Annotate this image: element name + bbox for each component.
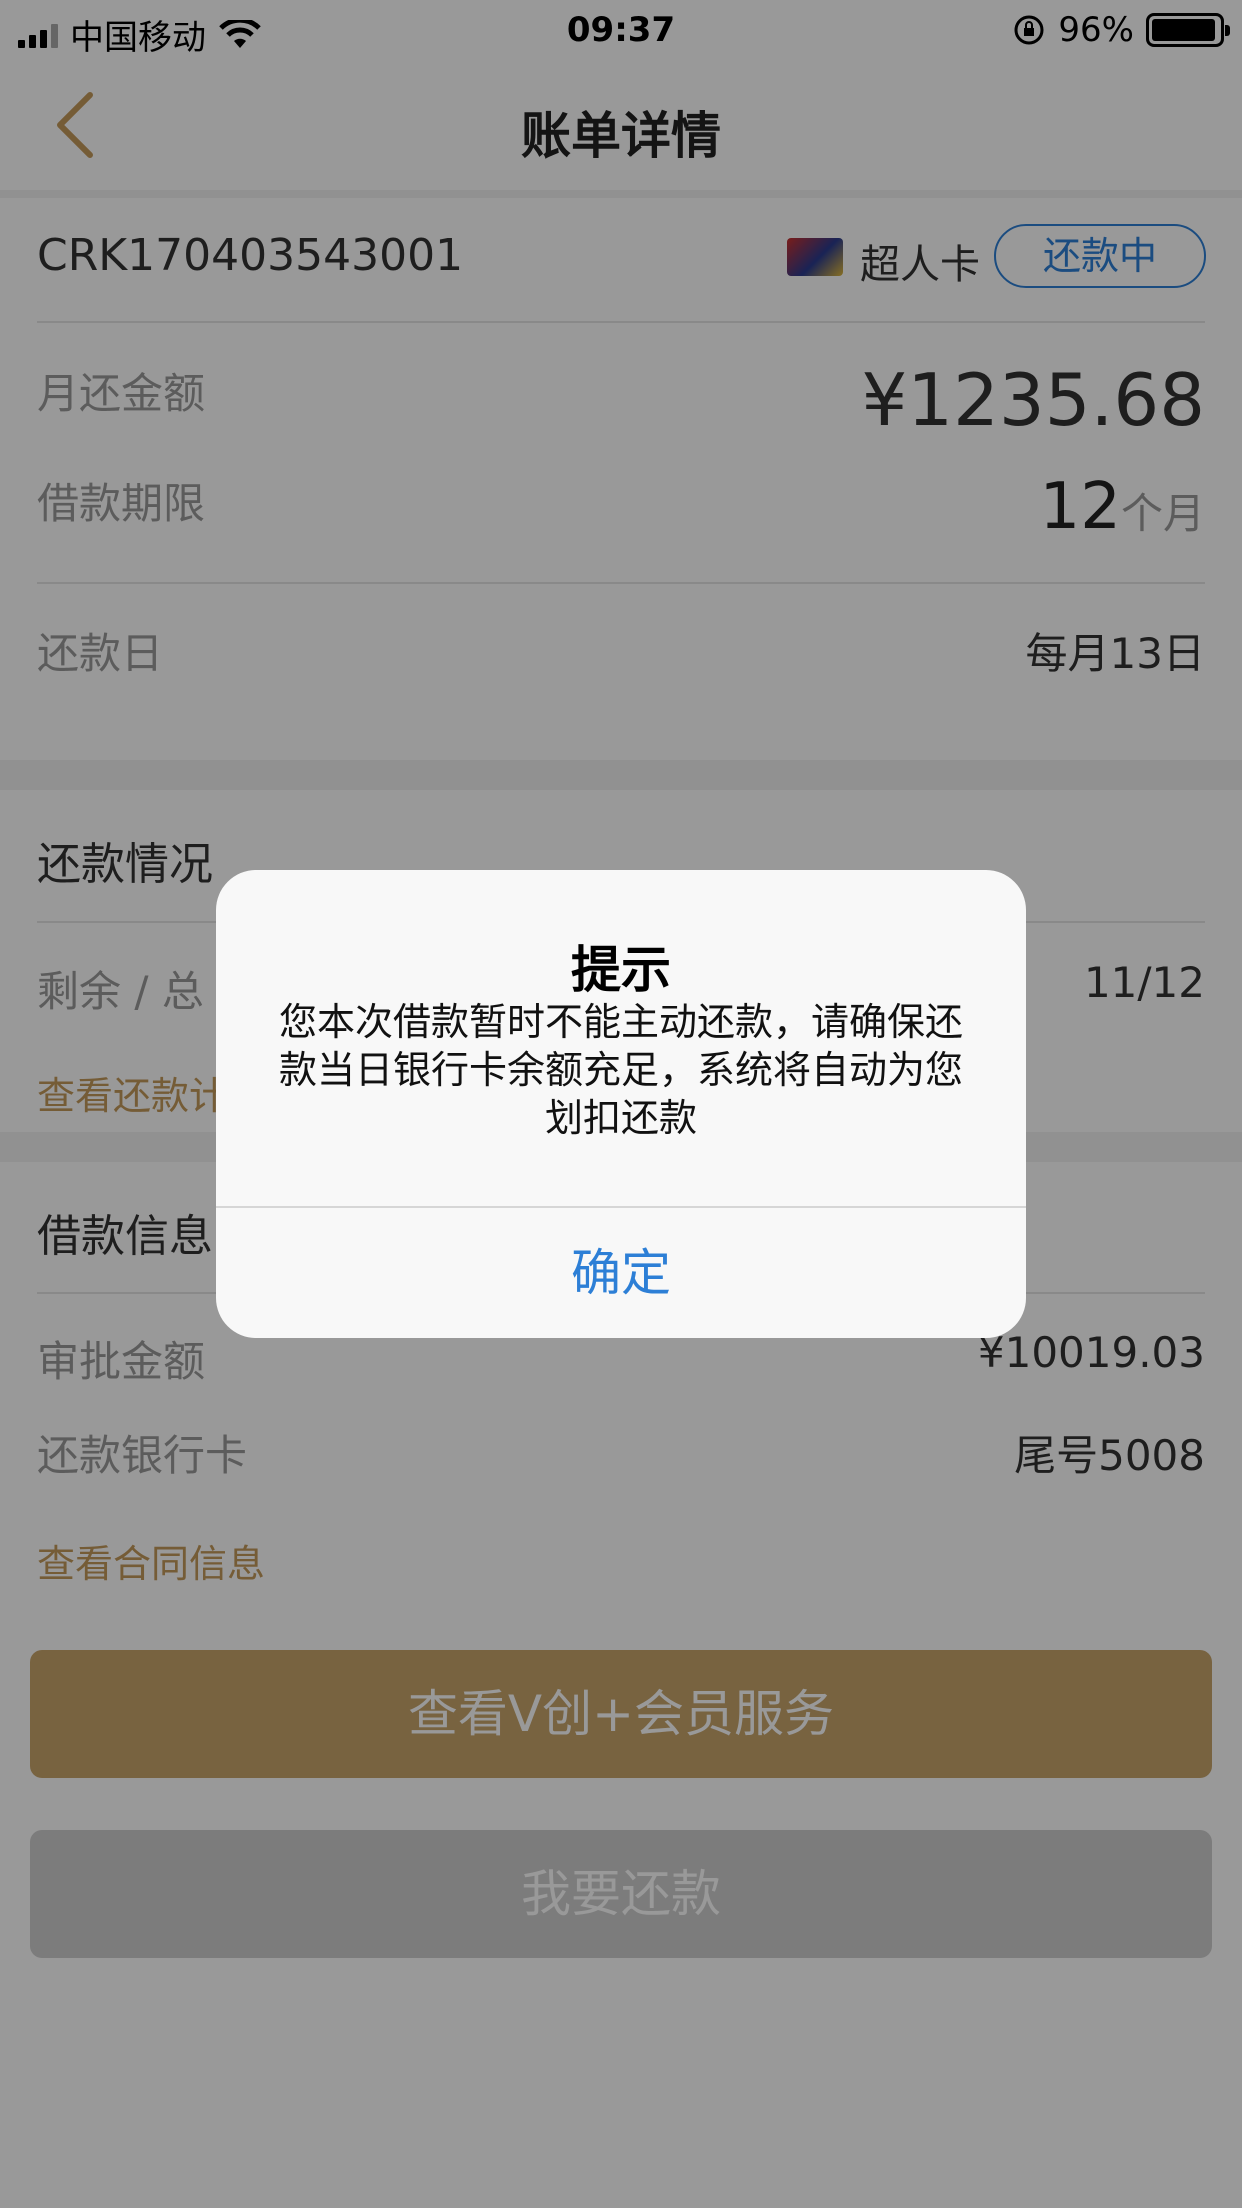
- alert-title: 提示: [571, 941, 671, 999]
- confirm-button[interactable]: 确定: [216, 1208, 1026, 1338]
- alert-dialog: 提示 您本次借款暂时不能主动还款，请确保还款当日银行卡余额充足，系统将自动为您划…: [216, 870, 1026, 1338]
- alert-message: 您本次借款暂时不能主动还款，请确保还款当日银行卡余额充足，系统将自动为您划扣还款: [278, 1000, 963, 1140]
